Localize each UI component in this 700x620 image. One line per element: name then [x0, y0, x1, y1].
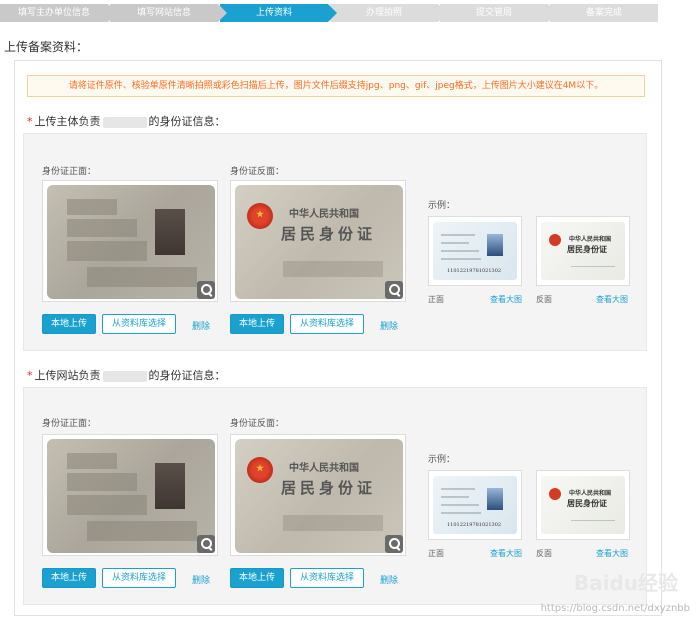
example-front-caption: 正面	[428, 549, 444, 558]
id-back-label: 身份证反面：	[230, 167, 285, 177]
delete-link-front[interactable]: 删除	[192, 573, 210, 586]
section-title-owner: * 上传主体负责 的身份证信息：	[27, 115, 226, 128]
blurred-text	[102, 116, 147, 128]
national-emblem-icon	[549, 488, 561, 500]
required-star: *	[27, 369, 33, 382]
id-photo-blurred	[155, 463, 185, 509]
national-emblem-icon	[549, 234, 561, 246]
id-back-label: 身份证反面：	[230, 419, 285, 429]
id-front-image[interactable]	[42, 180, 218, 302]
zoom-icon[interactable]	[197, 281, 215, 299]
example-label: 示例：	[428, 455, 456, 465]
example-label: 示例：	[428, 201, 456, 211]
example-front-caption: 正面	[428, 295, 444, 304]
id-front-label: 身份证正面：	[42, 167, 97, 177]
id-front-label: 身份证正面：	[42, 419, 97, 429]
id-front-image[interactable]	[42, 434, 218, 556]
delete-link-back[interactable]: 删除	[380, 573, 398, 586]
local-upload-button-back[interactable]: 本地上传	[230, 568, 284, 588]
baidu-watermark-logo: Baidu经验	[573, 571, 678, 595]
upload-notice: 请将证件原件、核验单原件清晰拍照或彩色扫描后上传，图片文件后缀支持jpg、png…	[27, 75, 645, 97]
zoom-icon[interactable]	[197, 535, 215, 553]
example-back-caption: 反面	[536, 549, 552, 558]
required-star: *	[27, 115, 33, 128]
zoom-icon[interactable]	[385, 535, 403, 553]
example-front-thumbnail: 11012219781021302	[428, 470, 522, 540]
national-emblem-icon	[247, 457, 273, 483]
page-title: 上传备案资料：	[4, 40, 89, 54]
id-photo-blurred	[155, 209, 185, 255]
example-back-caption: 反面	[536, 295, 552, 304]
example-front-thumbnail: 11012219781021302	[428, 216, 522, 286]
step-upload-materials: 上传资料	[220, 4, 337, 22]
step-complete: 备案完成	[550, 4, 658, 22]
id-upload-box-owner: 身份证正面： 身份证反面： 中华人民共和国 居民身份证 本地上传 从资料库选择 …	[23, 133, 647, 351]
id-back-image[interactable]: 中华人民共和国 居民身份证	[230, 180, 406, 302]
national-emblem-icon	[247, 203, 273, 229]
local-upload-button-front[interactable]: 本地上传	[42, 314, 96, 334]
view-large-link-front[interactable]: 查看大图	[490, 294, 522, 305]
watermark-url: https://blog.csdn.net/dxyznbb	[540, 603, 690, 614]
library-select-button-back[interactable]: 从资料库选择	[290, 568, 364, 588]
section-title-website: * 上传网站负责 的身份证信息：	[27, 369, 226, 382]
zoom-icon[interactable]	[385, 281, 403, 299]
example-back-thumbnail: 中华人民共和国 居民身份证	[536, 216, 630, 286]
view-large-link-back[interactable]: 查看大图	[596, 548, 628, 559]
delete-link-back[interactable]: 删除	[380, 319, 398, 332]
progress-steps: 填写主办单位信息 填写网站信息 上传资料 办理拍照 提交管局 备案完成	[0, 4, 660, 22]
step-fill-website: 填写网站信息	[110, 4, 227, 22]
step-submit: 提交管局	[440, 4, 557, 22]
library-select-button-back[interactable]: 从资料库选择	[290, 314, 364, 334]
step-photo: 办理拍照	[330, 4, 447, 22]
local-upload-button-front[interactable]: 本地上传	[42, 568, 96, 588]
delete-link-front[interactable]: 删除	[192, 319, 210, 332]
library-select-button-front[interactable]: 从资料库选择	[102, 314, 176, 334]
step-fill-organizer: 填写主办单位信息	[0, 4, 117, 22]
upload-panel: 请将证件原件、核验单原件清晰拍照或彩色扫描后上传，图片文件后缀支持jpg、png…	[14, 60, 662, 616]
id-back-image[interactable]: 中华人民共和国 居民身份证	[230, 434, 406, 556]
local-upload-button-back[interactable]: 本地上传	[230, 314, 284, 334]
blurred-text	[102, 370, 147, 382]
view-large-link-front[interactable]: 查看大图	[490, 548, 522, 559]
library-select-button-front[interactable]: 从资料库选择	[102, 568, 176, 588]
id-upload-box-website: 身份证正面： 身份证反面： 中华人民共和国 居民身份证 本地上传 从资料库选择	[23, 387, 647, 605]
example-back-thumbnail: 中华人民共和国 居民身份证	[536, 470, 630, 540]
view-large-link-back[interactable]: 查看大图	[596, 294, 628, 305]
